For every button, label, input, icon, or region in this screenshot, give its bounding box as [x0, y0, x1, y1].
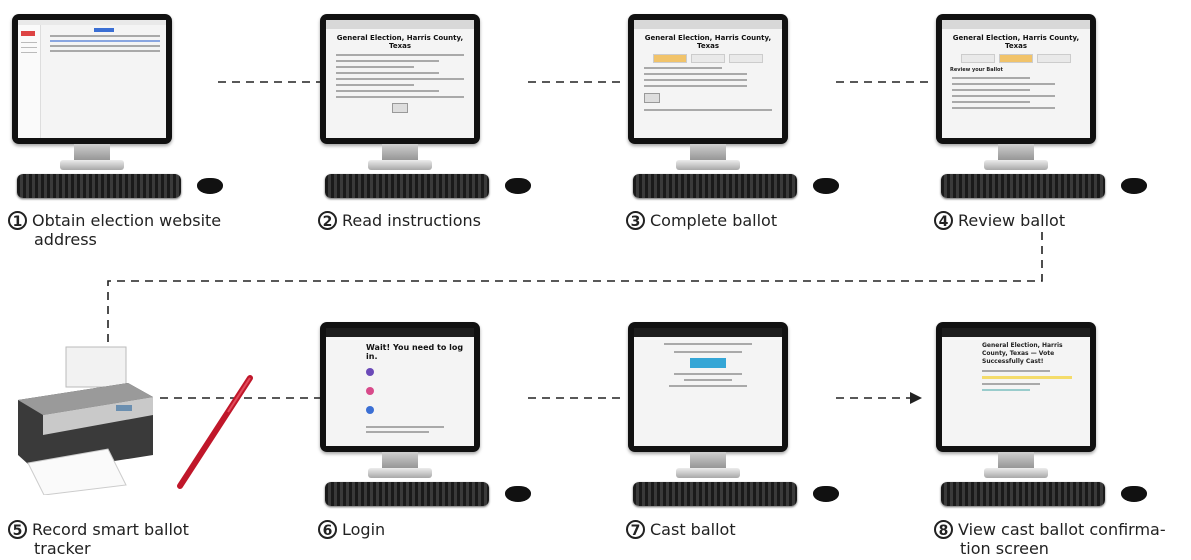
- step-number: 4: [934, 211, 953, 230]
- cast-button-graphic: [690, 358, 726, 368]
- step-3-computer: General Election, Harris County, Texas: [628, 14, 839, 224]
- step-5-label: 5 Record smart ballot tracker: [8, 520, 189, 558]
- keyboard-icon: [633, 482, 797, 506]
- printer-icon: [18, 346, 153, 495]
- step-1-label: 1 Obtain election website address: [8, 211, 221, 249]
- screen-subtitle: Review your Ballot: [950, 67, 1003, 73]
- mouse-icon: [505, 178, 531, 194]
- mouse-icon: [1121, 486, 1147, 502]
- step-number: 7: [626, 520, 645, 539]
- step-number: 5: [8, 520, 27, 539]
- step-6-computer: Wait! You need to log in.: [320, 322, 531, 532]
- step-2-label: 2 Read instructions: [318, 211, 481, 230]
- instructions-screen: General Election, Harris County, Texas: [326, 20, 474, 138]
- step-4-computer: General Election, Harris County, Texas R…: [936, 14, 1147, 224]
- step-number: 2: [318, 211, 337, 230]
- keyboard-icon: [325, 174, 489, 198]
- screen-title: General Election, Harris County, Texas: [644, 34, 772, 50]
- ballot-screen: General Election, Harris County, Texas: [634, 20, 782, 138]
- mouse-icon: [1121, 178, 1147, 194]
- mouse-icon: [813, 178, 839, 194]
- step-8-computer: General Election, Harris County, Texas —…: [936, 322, 1147, 532]
- step-2-computer: General Election, Harris County, Texas: [320, 14, 531, 224]
- keyboard-icon: [941, 174, 1105, 198]
- screen-heading: Wait! You need to log in.: [366, 343, 464, 361]
- confirmation-screen: General Election, Harris County, Texas —…: [942, 328, 1090, 446]
- step-1-computer: [12, 14, 223, 224]
- screen-title: General Election, Harris County, Texas: [952, 34, 1080, 50]
- mouse-icon: [813, 486, 839, 502]
- screen-title: General Election, Harris County, Texas: [336, 34, 464, 50]
- step-number: 3: [626, 211, 645, 230]
- webmail-screen: [18, 20, 166, 138]
- step-3-label: 3 Complete ballot: [626, 211, 777, 230]
- arrowhead-icon: [910, 392, 922, 404]
- step-number: 8: [934, 520, 953, 539]
- step-7-label: 7 Cast ballot: [626, 520, 736, 539]
- step-7-computer: [628, 322, 839, 532]
- mouse-icon: [505, 486, 531, 502]
- review-screen: General Election, Harris County, Texas R…: [942, 20, 1090, 138]
- keyboard-icon: [633, 174, 797, 198]
- cast-screen: [634, 328, 782, 446]
- step-8-label: 8 View cast ballot confirma- tion screen: [934, 520, 1166, 558]
- login-screen: Wait! You need to log in.: [326, 328, 474, 446]
- pen-icon: [177, 375, 253, 489]
- step-number: 6: [318, 520, 337, 539]
- step-4-label: 4 Review ballot: [934, 211, 1065, 230]
- screen-heading: General Election, Harris County, Texas —…: [982, 342, 1063, 365]
- mouse-icon: [197, 178, 223, 194]
- keyboard-icon: [17, 174, 181, 198]
- step-number: 1: [8, 211, 27, 230]
- keyboard-icon: [941, 482, 1105, 506]
- step-6-label: 6 Login: [318, 520, 385, 539]
- keyboard-icon: [325, 482, 489, 506]
